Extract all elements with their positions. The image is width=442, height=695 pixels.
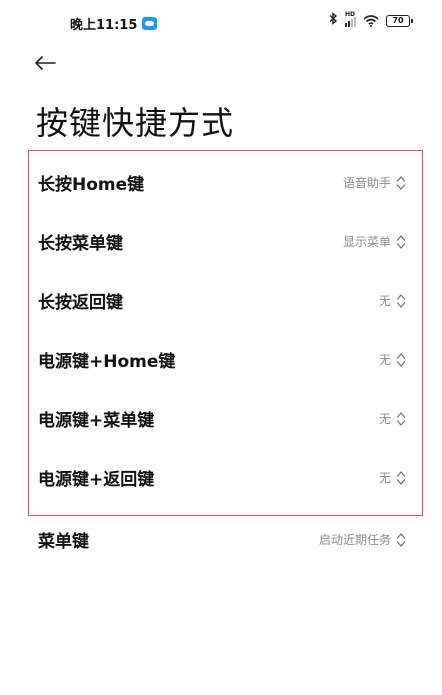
status-time-group: 晚上11:15 [70, 14, 158, 33]
setting-label: 长按返回键 [38, 293, 123, 313]
status-time: 晚上11:15 [70, 18, 138, 33]
cloud-notification-icon [142, 17, 158, 30]
up-down-chevron-icon [396, 293, 406, 308]
setting-value: 无 [378, 294, 391, 308]
setting-value: 无 [378, 353, 391, 367]
setting-value: 显示菜单 [342, 235, 391, 249]
battery-icon: 70 [386, 14, 413, 27]
page-title: 按键快捷方式 [36, 104, 235, 142]
setting-row-long-press-menu[interactable]: 长按菜单键 显示菜单 [38, 212, 406, 271]
setting-row-menu-key[interactable]: 菜单键 启动近期任务 [38, 510, 406, 569]
setting-row-power-home[interactable]: 电源键+Home键 无 [38, 330, 406, 389]
up-down-chevron-icon [396, 234, 406, 249]
status-icons: HD 70 [329, 11, 413, 29]
setting-label: 菜单键 [38, 532, 89, 552]
wifi-icon [363, 14, 379, 27]
setting-label: 电源键+返回键 [38, 470, 155, 490]
setting-label: 电源键+Home键 [38, 352, 176, 372]
hd-indicator: HD [345, 10, 356, 18]
up-down-chevron-icon [396, 175, 406, 190]
up-down-chevron-icon [396, 470, 406, 485]
setting-label: 电源键+菜单键 [38, 411, 155, 431]
up-down-chevron-icon [396, 532, 406, 547]
up-down-chevron-icon [396, 411, 406, 426]
bluetooth-icon [329, 12, 338, 29]
arrow-left-icon [35, 56, 56, 70]
status-bar: 晚上11:15 HD 70 [0, 0, 442, 44]
battery-level: 70 [392, 16, 404, 25]
setting-label: 长按菜单键 [38, 234, 123, 254]
setting-value: 启动近期任务 [318, 533, 391, 547]
setting-row-power-menu[interactable]: 电源键+菜单键 无 [38, 389, 406, 448]
setting-label: 长按Home键 [38, 175, 145, 195]
setting-value: 无 [378, 471, 391, 485]
back-button[interactable] [34, 48, 64, 78]
up-down-chevron-icon [396, 352, 406, 367]
setting-value: 语音助手 [342, 176, 391, 190]
setting-row-long-press-back[interactable]: 长按返回键 无 [38, 271, 406, 330]
setting-row-long-press-home[interactable]: 长按Home键 语音助手 [38, 153, 406, 212]
cellular-signal-icon: HD [345, 11, 356, 27]
setting-row-power-back[interactable]: 电源键+返回键 无 [38, 448, 406, 507]
setting-value: 无 [378, 412, 391, 426]
